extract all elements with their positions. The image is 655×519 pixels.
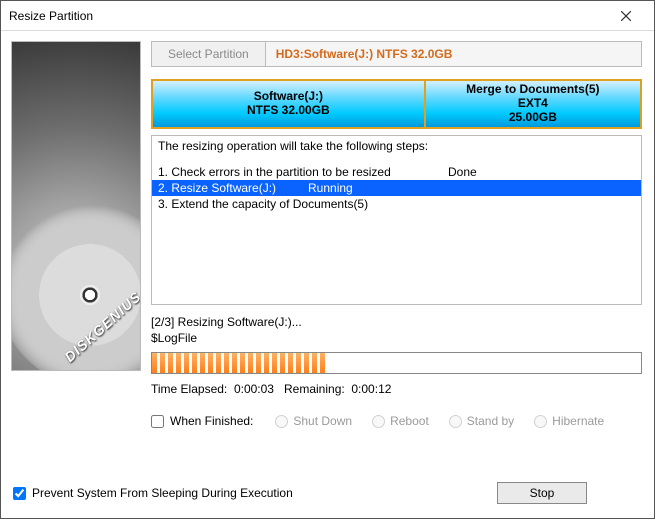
stop-button[interactable]: Stop [497, 482, 587, 504]
partition-source-name: Software(J:) [254, 90, 323, 104]
time-elapsed-label: Time Elapsed: [151, 382, 227, 396]
step-row: 2. Resize Software(J:) Running [152, 180, 641, 196]
current-partition-label: HD3:Software(J:) NTFS 32.0GB [266, 47, 463, 61]
progress-fill [152, 353, 328, 373]
partition-target-size: 25.00GB [509, 111, 557, 125]
partition-target[interactable]: Merge to Documents(5) EXT4 25.00GB [426, 81, 640, 127]
partition-target-name: Merge to Documents(5) [466, 83, 599, 97]
partition-map: Software(J:) NTFS 32.00GB Merge to Docum… [151, 79, 642, 129]
option-shutdown[interactable]: Shut Down [275, 414, 352, 428]
when-finished-options: Shut Down Reboot Stand by Hibernate [275, 414, 604, 428]
step-text: 3. Extend the capacity of Documents(5) [158, 197, 448, 211]
stop-button-label: Stop [530, 486, 555, 500]
prevent-sleep-checkbox[interactable]: Prevent System From Sleeping During Exec… [13, 486, 293, 500]
footer: Prevent System From Sleeping During Exec… [1, 474, 654, 518]
option-shutdown-input[interactable] [275, 415, 288, 428]
status-block: [2/3] Resizing Software(J:)... $LogFile [151, 315, 642, 346]
option-hibernate[interactable]: Hibernate [534, 414, 604, 428]
option-standby[interactable]: Stand by [449, 414, 514, 428]
option-reboot-input[interactable] [372, 415, 385, 428]
partition-target-fs: EXT4 [518, 97, 548, 111]
option-hibernate-input[interactable] [534, 415, 547, 428]
when-finished-checkbox[interactable]: When Finished: [151, 414, 253, 428]
step-text: 2. Resize Software(J:) [158, 181, 308, 195]
titlebar: Resize Partition [1, 1, 654, 31]
window-title: Resize Partition [9, 9, 93, 23]
option-shutdown-label: Shut Down [293, 414, 352, 428]
progress-bar [151, 352, 642, 374]
step-row: 1. Check errors in the partition to be r… [152, 164, 641, 180]
option-hibernate-label: Hibernate [552, 414, 604, 428]
step-status: Running [308, 181, 353, 195]
partition-source[interactable]: Software(J:) NTFS 32.00GB [153, 81, 426, 127]
prevent-sleep-label: Prevent System From Sleeping During Exec… [32, 486, 293, 500]
when-finished-label: When Finished: [170, 414, 253, 428]
main-panel: Select Partition HD3:Software(J:) NTFS 3… [151, 41, 642, 466]
prevent-sleep-input[interactable] [13, 487, 26, 500]
select-partition-button[interactable]: Select Partition [152, 42, 266, 66]
resize-partition-dialog: Resize Partition DISKGENIUS Select Parti… [0, 0, 655, 519]
time-remaining-value: 0:00:12 [351, 382, 391, 396]
select-partition-label: Select Partition [168, 47, 249, 61]
close-button[interactable] [606, 2, 646, 30]
partition-source-fs: NTFS 32.00GB [247, 104, 330, 118]
status-file: $LogFile [151, 331, 642, 347]
option-standby-input[interactable] [449, 415, 462, 428]
option-standby-label: Stand by [467, 414, 514, 428]
step-text: 1. Check errors in the partition to be r… [158, 165, 448, 179]
step-row: 3. Extend the capacity of Documents(5) [152, 196, 641, 212]
time-elapsed-value: 0:00:03 [234, 382, 274, 396]
time-row: Time Elapsed: 0:00:03 Remaining: 0:00:12 [151, 382, 642, 396]
option-reboot[interactable]: Reboot [372, 414, 429, 428]
close-icon [621, 11, 631, 21]
content-area: DISKGENIUS Select Partition HD3:Software… [1, 31, 654, 474]
status-counter: [2/3] Resizing Software(J:)... [151, 315, 642, 331]
option-reboot-label: Reboot [390, 414, 429, 428]
step-status: Done [448, 165, 477, 179]
partition-tab-row: Select Partition HD3:Software(J:) NTFS 3… [151, 41, 642, 67]
hard-disk-image: DISKGENIUS [11, 41, 141, 371]
when-finished-input[interactable] [151, 415, 164, 428]
time-remaining-label: Remaining: [284, 382, 345, 396]
steps-panel: The resizing operation will take the fol… [151, 135, 642, 305]
when-finished-row: When Finished: Shut Down Reboot Stand by [151, 414, 642, 428]
steps-heading: The resizing operation will take the fol… [152, 136, 641, 156]
